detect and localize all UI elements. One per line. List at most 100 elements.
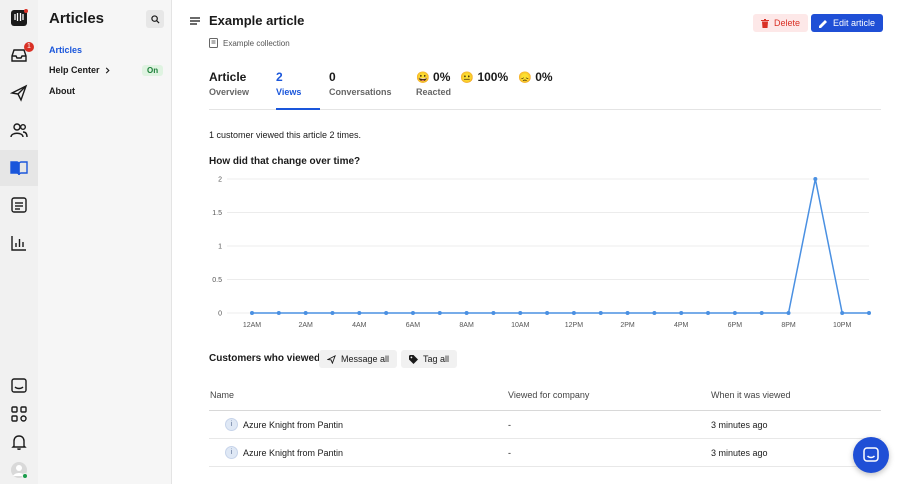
tab-conversations[interactable]: 0 Conversations bbox=[329, 70, 392, 97]
collection-name: Example collection bbox=[223, 38, 290, 48]
notifications-bell-icon[interactable] bbox=[10, 433, 28, 451]
subnav-item-articles[interactable]: Articles bbox=[49, 45, 82, 55]
x-tick-label: 8AM bbox=[459, 322, 474, 329]
x-tick-label: 8PM bbox=[781, 322, 796, 329]
tab-reacted[interactable]: 😀 0% 😐 100% 😞 0% Reacted bbox=[416, 70, 553, 97]
customer-avatar: i bbox=[225, 446, 238, 459]
inbox-icon[interactable]: 1 bbox=[10, 42, 34, 64]
reaction-happy: 😀 0% bbox=[416, 70, 450, 84]
data-point[interactable] bbox=[759, 311, 764, 315]
send-icon bbox=[327, 354, 336, 364]
outbound-icon[interactable] bbox=[10, 84, 28, 102]
viewed-time: 3 minutes ago bbox=[711, 420, 768, 430]
search-button[interactable] bbox=[146, 10, 164, 28]
data-point[interactable] bbox=[625, 311, 630, 315]
x-tick-label: 10AM bbox=[511, 322, 529, 329]
tab-value: 2 bbox=[276, 70, 283, 84]
data-point[interactable] bbox=[491, 311, 496, 315]
neutral-face-icon: 😐 bbox=[460, 72, 475, 84]
x-tick-label: 4AM bbox=[352, 322, 367, 329]
viewed-company: - bbox=[508, 448, 511, 458]
reaction-percent: 100% bbox=[477, 70, 509, 84]
data-point[interactable] bbox=[706, 311, 711, 315]
articles-subnav: Articles Articles Help Center On About bbox=[38, 0, 172, 484]
article-tabs: Article Overview 2 Views 0 Conversations… bbox=[209, 70, 881, 110]
data-point[interactable] bbox=[679, 311, 684, 315]
table-row[interactable]: i Azure Knight from Pantin - 3 minutes a… bbox=[209, 411, 881, 439]
viewed-company: - bbox=[508, 420, 511, 430]
data-point[interactable] bbox=[840, 311, 845, 315]
data-point[interactable] bbox=[384, 311, 389, 315]
data-point[interactable] bbox=[437, 311, 442, 315]
subnav-item-label: Help Center bbox=[49, 65, 100, 75]
table-row[interactable]: i Azure Knight from Pantin - 3 minutes a… bbox=[209, 439, 881, 467]
data-point[interactable] bbox=[732, 311, 737, 315]
viewers-heading: Customers who viewed bbox=[209, 353, 321, 364]
data-point[interactable] bbox=[652, 311, 657, 315]
tab-value: Article bbox=[209, 70, 247, 84]
user-avatar-icon[interactable] bbox=[10, 461, 28, 479]
tab-overview[interactable]: Article Overview bbox=[209, 70, 249, 97]
tab-label: Overview bbox=[209, 87, 250, 97]
data-point[interactable] bbox=[867, 311, 871, 315]
data-point[interactable] bbox=[813, 177, 818, 181]
subnav-item-about[interactable]: About bbox=[49, 86, 75, 96]
apps-icon[interactable] bbox=[10, 405, 28, 423]
reaction-sad: 😞 0% bbox=[518, 70, 552, 84]
reports-list-icon[interactable] bbox=[10, 196, 28, 214]
inbox-badge: 1 bbox=[24, 42, 34, 52]
tag-all-button[interactable]: Tag all bbox=[401, 350, 458, 368]
tab-label: Reacted bbox=[416, 87, 452, 97]
y-tick-label: 1.5 bbox=[212, 210, 222, 217]
x-tick-label: 2PM bbox=[620, 322, 635, 329]
message-all-label: Message all bbox=[341, 354, 390, 364]
data-point[interactable] bbox=[571, 311, 576, 315]
x-tick-label: 12AM bbox=[243, 322, 261, 329]
page-title: Example article bbox=[209, 13, 305, 28]
contacts-icon[interactable] bbox=[10, 121, 28, 139]
messenger-launcher-button[interactable] bbox=[853, 437, 889, 473]
data-point[interactable] bbox=[786, 311, 791, 315]
tab-value: 0 bbox=[329, 70, 336, 84]
data-point[interactable] bbox=[303, 311, 308, 315]
collection-breadcrumb[interactable]: Example collection bbox=[209, 38, 290, 48]
column-header-company[interactable]: Viewed for company bbox=[508, 390, 589, 400]
reaction-percent: 0% bbox=[535, 70, 553, 84]
data-point[interactable] bbox=[357, 311, 362, 315]
message-all-button[interactable]: Message all bbox=[319, 350, 398, 368]
x-tick-label: 6AM bbox=[406, 322, 421, 329]
hamburger-menu-icon[interactable] bbox=[190, 16, 200, 26]
customer-name[interactable]: Azure Knight from Pantin bbox=[243, 448, 343, 458]
x-tick-label: 4PM bbox=[674, 322, 689, 329]
customer-name[interactable]: Azure Knight from Pantin bbox=[243, 420, 343, 430]
bar-chart-icon[interactable] bbox=[10, 234, 28, 252]
tab-views[interactable]: 2 Views bbox=[276, 70, 320, 110]
intercom-logo-icon[interactable] bbox=[10, 9, 28, 27]
data-point[interactable] bbox=[250, 311, 254, 315]
subnav-item-help-center[interactable]: Help Center bbox=[49, 65, 111, 75]
y-tick-label: 1 bbox=[218, 244, 222, 251]
edit-article-button[interactable]: Edit article bbox=[811, 14, 884, 32]
chevron-right-icon bbox=[105, 66, 110, 74]
column-header-when[interactable]: When it was viewed bbox=[711, 390, 791, 400]
y-tick-label: 0 bbox=[218, 311, 222, 318]
data-point[interactable] bbox=[410, 311, 415, 315]
customer-avatar: i bbox=[225, 418, 238, 431]
data-point[interactable] bbox=[545, 311, 550, 315]
views-line-chart: 2 1.5 1 0.5 0 12AM 2AM 4AM 6AM 8AM 10AM 12PM 2PM 4PM 6… bbox=[212, 177, 871, 329]
delete-button[interactable]: Delete bbox=[753, 14, 809, 32]
column-header-name[interactable]: Name bbox=[210, 390, 234, 400]
tab-label: Views bbox=[276, 87, 302, 97]
viewed-time: 3 minutes ago bbox=[711, 448, 768, 458]
articles-book-icon[interactable] bbox=[10, 159, 28, 177]
data-point[interactable] bbox=[464, 311, 469, 315]
tag-all-label: Tag all bbox=[423, 354, 450, 364]
x-tick-label: 10PM bbox=[833, 322, 851, 329]
messenger-icon[interactable] bbox=[10, 377, 28, 395]
data-point[interactable] bbox=[330, 311, 335, 315]
search-icon bbox=[150, 14, 160, 24]
reaction-neutral: 😐 100% bbox=[460, 70, 508, 84]
data-point[interactable] bbox=[518, 311, 523, 315]
data-point[interactable] bbox=[276, 311, 281, 315]
data-point[interactable] bbox=[598, 311, 603, 315]
